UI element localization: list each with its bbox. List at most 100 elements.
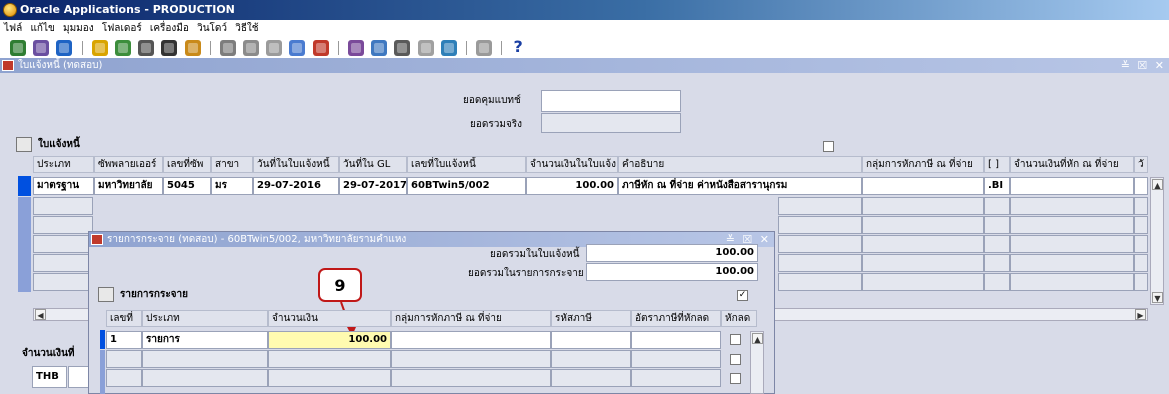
- scroll-up-icon[interactable]: ▲: [752, 333, 763, 344]
- empty-cell: [142, 369, 268, 387]
- copy-icon[interactable]: [243, 40, 260, 56]
- folder-icon[interactable]: [98, 287, 114, 302]
- edit-field-icon[interactable]: [348, 40, 364, 56]
- menu-help[interactable]: วิธีใช้: [235, 20, 263, 38]
- scroll-right-icon[interactable]: ▶: [1135, 309, 1146, 320]
- empty-cell: [631, 350, 721, 368]
- col-header-withheld-amount: จำนวนเงินที่หัก ณ ที่จ่าย: [1010, 156, 1134, 173]
- paste-icon[interactable]: [266, 40, 283, 56]
- invoice-num-field[interactable]: 60BTwin5/002: [407, 177, 526, 195]
- empty-cell: [778, 197, 862, 215]
- translations-icon[interactable]: [394, 40, 411, 56]
- supplier-field[interactable]: มหาวิทยาลัย: [94, 177, 163, 195]
- dist-withholding-group-field[interactable]: [391, 331, 551, 349]
- window-controls-icon[interactable]: ≚ ☒ ✕: [1121, 58, 1166, 73]
- currency-amount-field[interactable]: [68, 366, 90, 388]
- empty-cell: [984, 273, 1010, 291]
- invoice-window-titlebar[interactable]: ใบแจ้งหนี้ (ทดสอบ) ≚ ☒ ✕: [0, 58, 1169, 73]
- deductible-checkbox[interactable]: [730, 354, 741, 365]
- new-record-icon[interactable]: [289, 40, 306, 56]
- supplier-num-field[interactable]: 5045: [163, 177, 211, 195]
- col-header-date-partial: วั: [1134, 156, 1148, 173]
- col-header-description: คำอธิบาย: [618, 156, 862, 173]
- empty-cell: [391, 350, 551, 368]
- navigator-icon[interactable]: [56, 40, 73, 56]
- find-icon[interactable]: [33, 40, 50, 56]
- withholding-group-field[interactable]: [862, 177, 984, 195]
- attachments-icon[interactable]: [417, 40, 434, 56]
- empty-cell: [984, 197, 1010, 215]
- next-step-icon[interactable]: [114, 40, 131, 56]
- empty-cell: [551, 350, 631, 368]
- site-field[interactable]: มร: [211, 177, 253, 195]
- col-header-invoice-num: เลขที่ใบแจ้งหนี้: [407, 156, 526, 173]
- current-record-indicator[interactable]: [18, 176, 31, 196]
- amount-section-label: จำนวนเงินที่: [22, 348, 75, 359]
- app-title: Oracle Applications - PRODUCTION: [20, 3, 235, 16]
- empty-cell: [984, 235, 1010, 253]
- scroll-up-icon[interactable]: ▲: [1152, 179, 1163, 190]
- menu-view[interactable]: มุมมอง: [63, 20, 99, 38]
- dist-type-field[interactable]: รายการ: [142, 331, 268, 349]
- zoom-icon[interactable]: [371, 40, 388, 56]
- help-icon[interactable]: ?: [514, 38, 523, 56]
- empty-cell: [33, 216, 93, 234]
- empty-cell: [862, 254, 984, 272]
- gl-date-field[interactable]: 29-07-2017: [339, 177, 407, 195]
- actual-total-field: [541, 113, 681, 133]
- invoice-total-field: 100.00: [586, 244, 758, 262]
- window-help-icon[interactable]: [476, 40, 493, 56]
- menu-window[interactable]: วินโดว์: [197, 20, 232, 38]
- col-header-type: ประเภท: [33, 156, 94, 173]
- delete-record-icon[interactable]: [312, 40, 329, 56]
- withheld-amount-field[interactable]: [1010, 177, 1134, 195]
- folder-tools-icon[interactable]: [440, 40, 457, 56]
- empty-cell: [1010, 273, 1134, 291]
- invoice-vertical-scrollbar[interactable]: ▲ ▼: [1150, 177, 1164, 305]
- distributions-checkbox[interactable]: ✓: [737, 290, 748, 301]
- empty-cell: [1010, 254, 1134, 272]
- invoice-type-field[interactable]: มาตรฐาน: [33, 177, 94, 195]
- cut-icon[interactable]: [219, 40, 236, 56]
- date-partial-field[interactable]: [1134, 177, 1148, 195]
- scroll-left-icon[interactable]: ◀: [35, 309, 46, 320]
- currency-field[interactable]: THB: [32, 366, 67, 388]
- switch-responsibility-icon[interactable]: [138, 40, 155, 56]
- control-total-field[interactable]: [541, 90, 681, 112]
- empty-cell: [1010, 216, 1134, 234]
- menu-tools[interactable]: เครื่องมือ: [150, 20, 194, 38]
- new-icon[interactable]: [10, 40, 26, 56]
- deductible-checkbox[interactable]: [730, 334, 741, 345]
- empty-cell: [862, 216, 984, 234]
- close-form-icon[interactable]: [184, 40, 201, 56]
- deductible-checkbox[interactable]: [730, 373, 741, 384]
- invoice-amount-field[interactable]: 100.00: [526, 177, 618, 195]
- distributions-vertical-scrollbar[interactable]: ▲: [750, 331, 764, 394]
- menu-file[interactable]: ไฟล์: [4, 20, 27, 38]
- menu-bar: ไฟล์ แก้ไข มุมมอง โฟลเดอร์ เครื่องมือ วิ…: [0, 20, 1169, 38]
- empty-cell: [106, 369, 142, 387]
- empty-cell: [33, 273, 93, 291]
- menu-folder[interactable]: โฟลเดอร์: [102, 20, 147, 38]
- tax-code-field[interactable]: [551, 331, 631, 349]
- dff-field[interactable]: .BI: [984, 177, 1010, 195]
- col-header-site: สาขา: [211, 156, 253, 173]
- empty-cell: [1134, 216, 1148, 234]
- distributions-window-title: รายการกระจาย (ทดสอบ) - 60BTwin5/002, มหา…: [107, 234, 407, 245]
- current-record-indicator[interactable]: [100, 330, 105, 349]
- empty-cell: [984, 254, 1010, 272]
- description-field[interactable]: ภาษีหัก ณ ที่จ่าย ค่าหนังสือสารานุกรม: [618, 177, 862, 195]
- print-icon[interactable]: [161, 40, 178, 56]
- invoice-date-field[interactable]: 29-07-2016: [253, 177, 339, 195]
- empty-cell: [1010, 197, 1134, 215]
- deductible-rate-field[interactable]: [631, 331, 721, 349]
- scroll-down-icon[interactable]: ▼: [1152, 292, 1163, 303]
- dist-amount-field[interactable]: 100.00: [268, 331, 391, 349]
- save-icon[interactable]: [91, 40, 108, 56]
- invoice-header-checkbox[interactable]: [823, 141, 834, 152]
- folder-icon[interactable]: [16, 137, 32, 152]
- distributions-section-label: รายการกระจาย: [120, 289, 189, 300]
- line-num-field[interactable]: 1: [106, 331, 142, 349]
- menu-edit[interactable]: แก้ไข: [30, 20, 59, 38]
- step-callout: 9: [318, 268, 362, 302]
